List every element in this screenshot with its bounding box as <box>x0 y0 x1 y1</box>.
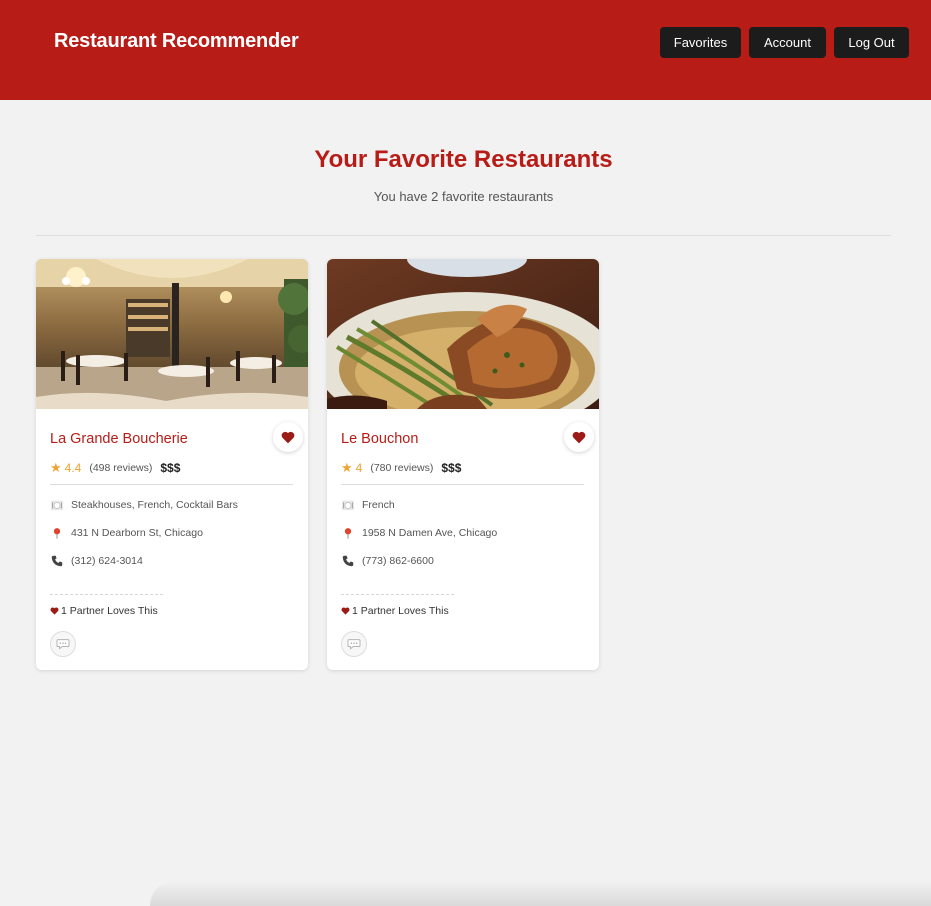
phone-text: (312) 624-3014 <box>71 555 143 567</box>
address-text: 431 N Dearborn St, Chicago <box>71 527 203 539</box>
restaurant-photo <box>327 259 599 409</box>
dashed-divider <box>341 594 454 595</box>
favorite-toggle[interactable] <box>564 422 594 452</box>
rating-value: 4 <box>355 461 363 475</box>
favorites-button[interactable]: Favorites <box>660 27 741 58</box>
restaurant-card[interactable]: Le Bouchon ★ 4 (780 reviews) $$$ French … <box>327 259 599 670</box>
review-count: (780 reviews) <box>370 462 434 474</box>
phone-icon <box>342 555 354 567</box>
logout-button[interactable]: Log Out <box>834 27 909 58</box>
rating-value: 4.4 <box>64 461 82 475</box>
heart-icon <box>572 431 586 443</box>
comment-icon <box>56 639 70 650</box>
dashed-divider <box>50 594 163 595</box>
app-header: Restaurant Recommender Favorites Account… <box>0 0 931 100</box>
restaurant-photo <box>36 259 308 409</box>
page-title: Your Favorite Restaurants <box>314 146 613 173</box>
heart-icon <box>281 431 295 443</box>
favorite-toggle[interactable] <box>273 422 303 452</box>
phone-icon <box>51 555 63 567</box>
account-button[interactable]: Account <box>749 27 826 58</box>
rating-row: ★ 4 (780 reviews) $$$ <box>341 460 461 476</box>
utensils-icon <box>50 500 64 511</box>
utensils-icon <box>341 500 355 511</box>
map-pin-icon <box>53 528 61 539</box>
heart-icon <box>50 607 59 615</box>
price-level: $$$ <box>160 461 181 475</box>
partner-loves: 1 Partner Loves This <box>341 605 449 617</box>
partner-loves-text: 1 Partner Loves This <box>61 605 158 617</box>
star-icon: ★ <box>341 460 353 475</box>
categories-row: French <box>341 498 395 512</box>
card-divider <box>341 484 584 485</box>
favorites-count: You have 2 favorite restaurants <box>373 189 554 204</box>
rating-row: ★ 4.4 (498 reviews) $$$ <box>50 460 180 476</box>
map-pin-icon <box>344 528 352 539</box>
heart-icon <box>341 607 350 615</box>
categories-text: French <box>362 499 395 511</box>
review-count: (498 reviews) <box>89 462 153 474</box>
price-level: $$$ <box>441 461 462 475</box>
categories-text: Steakhouses, French, Cocktail Bars <box>71 499 238 511</box>
comment-button[interactable] <box>50 631 76 657</box>
phone-text: (773) 862-6600 <box>362 555 434 567</box>
restaurant-name[interactable]: La Grande Boucherie <box>50 431 188 447</box>
partner-loves: 1 Partner Loves This <box>50 605 158 617</box>
phone-row: (773) 862-6600 <box>341 554 434 568</box>
address-text: 1958 N Damen Ave, Chicago <box>362 527 498 539</box>
star-icon: ★ <box>50 460 62 475</box>
bottom-panel-shadow <box>150 880 931 906</box>
phone-row: (312) 624-3014 <box>50 554 143 568</box>
address-row: 1958 N Damen Ave, Chicago <box>341 526 497 540</box>
card-divider <box>50 484 293 485</box>
comment-icon <box>347 639 361 650</box>
section-divider <box>36 235 891 236</box>
partner-loves-text: 1 Partner Loves This <box>352 605 449 617</box>
address-row: 431 N Dearborn St, Chicago <box>50 526 203 540</box>
app-title: Restaurant Recommender <box>54 30 299 52</box>
restaurant-name[interactable]: Le Bouchon <box>341 431 418 447</box>
restaurant-card[interactable]: La Grande Boucherie ★ 4.4 (498 reviews) … <box>36 259 308 670</box>
comment-button[interactable] <box>341 631 367 657</box>
categories-row: Steakhouses, French, Cocktail Bars <box>50 498 238 512</box>
